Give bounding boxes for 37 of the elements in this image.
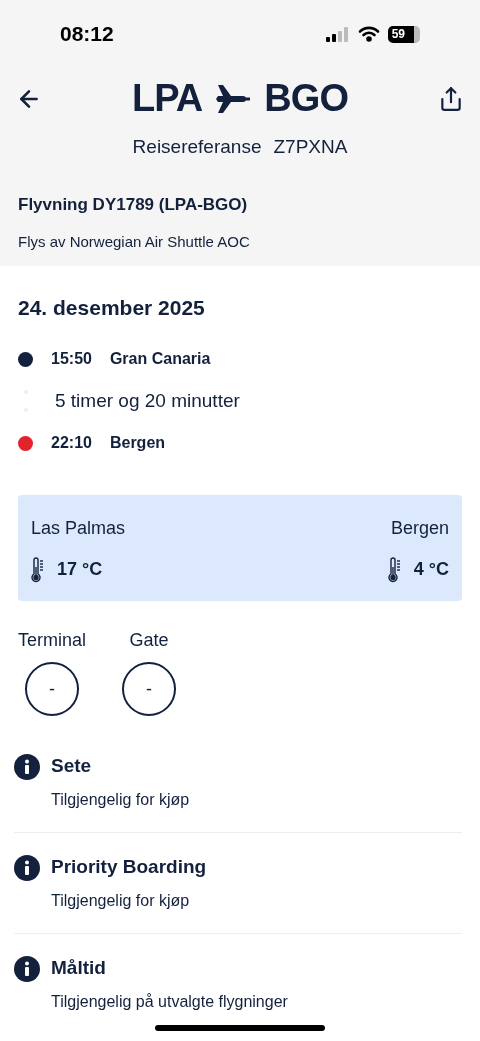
destination-code: BGO [264, 76, 349, 121]
reference-label: Reisereferanse [132, 135, 262, 159]
info-icon [14, 956, 40, 982]
reference-code: Z7PXNA [273, 135, 348, 159]
info-icon [14, 754, 40, 780]
flight-duration: 5 timer og 20 minutter [55, 388, 240, 413]
gate-label: Terminal [18, 629, 87, 652]
origin-code: LPA [131, 76, 203, 121]
stop-time: 15:50 [51, 349, 92, 369]
stop-place: Bergen [109, 433, 166, 453]
signal-icon [325, 26, 350, 42]
battery-indicator: 59 [387, 25, 420, 43]
share-button[interactable] [438, 85, 464, 112]
gate-value: - [25, 662, 79, 716]
stop-place: Gran Canaria [109, 349, 211, 369]
wifi-icon [357, 26, 380, 42]
thermometer-icon [31, 556, 45, 583]
flight-date: 24. desember 2025 [18, 294, 206, 321]
weather-city: Las Palmas [31, 517, 126, 540]
extra-subtitle: Tilgjengelig på utvalgte flygninger [51, 992, 288, 1012]
weather-city: Bergen [390, 517, 449, 540]
airplane-icon [216, 84, 251, 113]
gate-value: - [122, 662, 177, 716]
extra-title: Sete [51, 754, 93, 778]
temperature-text: 17 °C [57, 558, 103, 581]
stop-time: 22:10 [51, 433, 92, 453]
thermometer-icon [387, 556, 402, 583]
extra-title: Priority Boarding [51, 855, 207, 879]
extra-subtitle: Tilgjengelig for kjøp [51, 790, 190, 810]
temperature-text: 4 °C [413, 558, 449, 581]
status-time: 08:12 [60, 21, 114, 48]
flight-title: Flyvning DY1789 (LPA-BGO) [17, 193, 249, 216]
info-icon [14, 855, 40, 881]
operator-text: Flys av Norwegian Air Shuttle AOC [17, 232, 251, 252]
extra-title: Måltid [51, 956, 107, 980]
extra-subtitle: Tilgjengelig for kjøp [51, 891, 191, 911]
gate-label: Gate [129, 629, 169, 652]
